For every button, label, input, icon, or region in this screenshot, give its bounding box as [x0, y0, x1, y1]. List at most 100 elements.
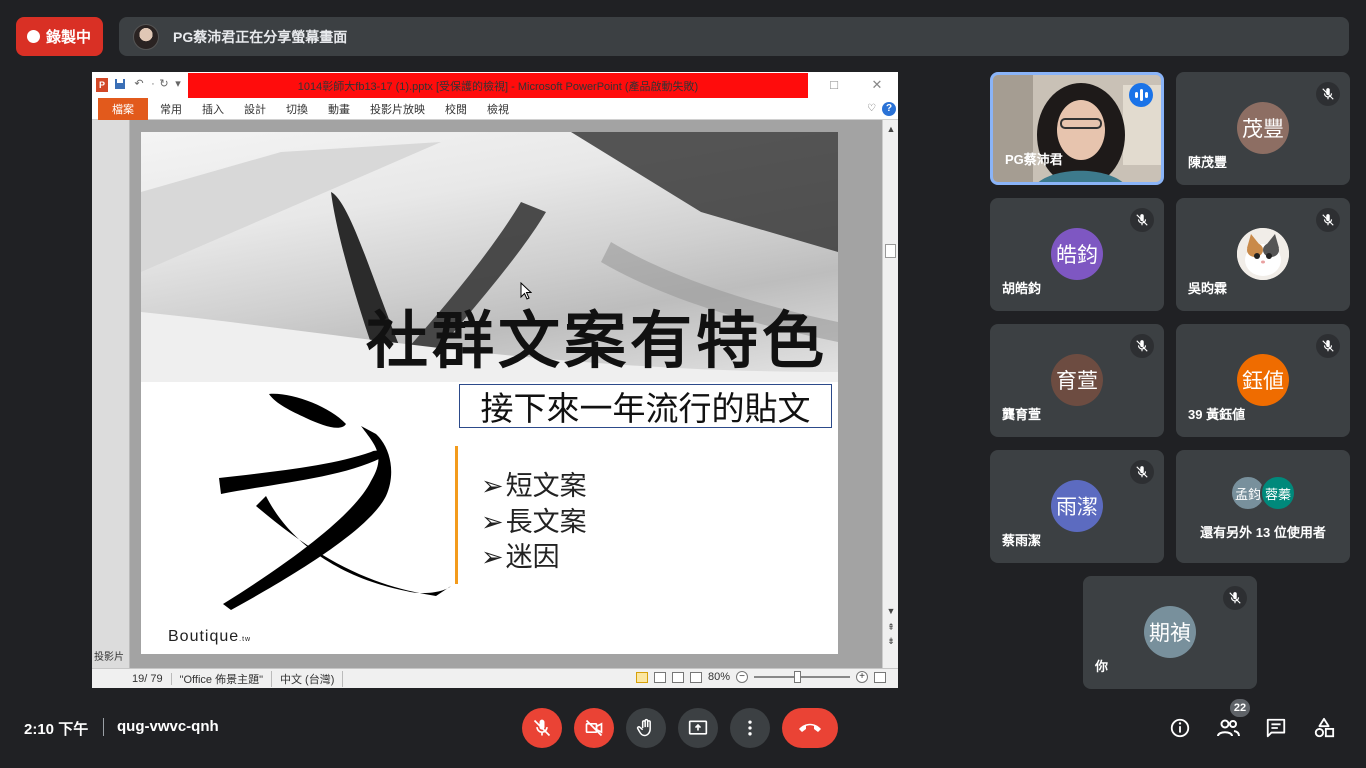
bullet-item: ➢長文案	[481, 507, 587, 538]
tab-home[interactable]: 常用	[160, 101, 182, 117]
tab-review[interactable]: 校閱	[445, 101, 467, 117]
boutique-logo: Boutique.tw	[168, 628, 252, 645]
tab-design[interactable]: 設計	[244, 101, 266, 117]
shared-screen: P ↶ · ↻ ▾ 1014彰師大fb13-17 (1).pptx [受保護的檢…	[92, 72, 898, 688]
participant-name: PG蔡沛君	[1005, 152, 1063, 167]
ribbon-collapse-icon[interactable]: ♡	[867, 103, 876, 114]
more-users-label: 還有另外 13 位使用者	[1200, 525, 1326, 540]
divider	[103, 718, 104, 736]
next-slide-icon[interactable]: ⇟	[883, 636, 898, 647]
speaking-indicator-icon	[1129, 83, 1153, 107]
participant-name: 胡皓鈞	[1002, 281, 1042, 296]
slide-pane-label: 投影片	[94, 652, 124, 663]
zoom-slider-thumb[interactable]	[794, 671, 801, 683]
avatar: 鈺値	[1237, 354, 1289, 406]
slide-title: 社群文案有特色	[365, 304, 828, 377]
slide-canvas: 社群文案有特色 接下來一年流行的貼文 ➢短文案 ➢長文案 ➢迷因 Boutiqu…	[141, 132, 838, 654]
chat-button[interactable]	[1264, 716, 1288, 740]
people-button[interactable]	[1216, 716, 1240, 740]
ppt-status-bar: 19/ 79 "Office 佈景主題" 中文 (台灣) 80% − +	[92, 668, 898, 688]
scroll-thumb[interactable]	[885, 244, 896, 258]
mic-off-icon	[1316, 334, 1340, 358]
present-icon	[688, 720, 708, 735]
slide-subtitle-box: 接下來一年流行的貼文	[459, 384, 832, 428]
zoom-in-icon[interactable]: +	[856, 671, 868, 683]
participant-tile-presenter[interactable]: PG蔡沛君	[990, 72, 1164, 185]
hand-icon	[636, 718, 651, 737]
scroll-up-icon[interactable]: ▲	[883, 124, 898, 134]
activities-button[interactable]	[1312, 716, 1336, 740]
normal-view-icon[interactable]	[635, 671, 648, 683]
mic-off-icon	[533, 719, 551, 737]
language-indicator[interactable]: 中文 (台灣)	[272, 670, 344, 687]
zoom-out-icon[interactable]: −	[736, 671, 748, 683]
camera-toggle-button[interactable]	[574, 708, 614, 748]
avatar: 皓鈞	[1051, 228, 1103, 280]
participant-tile[interactable]: 吳昀霖	[1176, 198, 1350, 311]
participant-tile[interactable]: 茂豐 陳茂豐	[1176, 72, 1350, 185]
record-dot-icon	[27, 30, 40, 43]
raise-hand-button[interactable]	[626, 708, 666, 748]
avatar: 蓉蓁	[1260, 475, 1296, 511]
tab-transitions[interactable]: 切換	[286, 101, 308, 117]
sharer-avatar	[133, 23, 159, 50]
bullet-item: ➢迷因	[481, 542, 560, 573]
scroll-down-icon[interactable]: ▼	[883, 606, 898, 616]
meeting-details-button[interactable]	[1168, 716, 1192, 740]
avatar: 雨潔	[1051, 480, 1103, 532]
mic-off-icon	[1316, 208, 1340, 232]
slideshow-view-icon[interactable]	[689, 671, 702, 683]
previous-slide-icon[interactable]: ⇞	[883, 622, 898, 633]
bullet-arrow-icon: ➢	[481, 542, 504, 573]
undo-icon[interactable]: ↶	[133, 78, 145, 90]
participant-tile[interactable]: 育萱 龔育萱	[990, 324, 1164, 437]
participant-tile[interactable]: 皓鈞 胡皓鈞	[990, 198, 1164, 311]
save-icon[interactable]	[114, 78, 126, 90]
meeting-code: qug-vwvc-qnh	[117, 718, 219, 735]
slide-sorter-icon[interactable]	[653, 671, 666, 683]
slide-thumbnail-pane[interactable]	[92, 120, 130, 668]
wen-calligraphy-glyph	[219, 393, 451, 610]
maximize-icon[interactable]: □	[824, 76, 844, 94]
more-participants-tile[interactable]: 孟鈞 蓉蓁 還有另外 13 位使用者	[1176, 450, 1350, 563]
activities-icon	[1314, 717, 1335, 738]
participant-name: 你	[1095, 659, 1109, 674]
bullet-arrow-icon: ➢	[481, 507, 504, 538]
mic-off-icon	[1130, 334, 1154, 358]
participant-tile-you[interactable]: 期禎 你	[1083, 576, 1257, 689]
ppt-ribbon-tabs: 檔案 常用 插入 設計 切換 動畫 投影片放映 校閱 檢視	[92, 97, 898, 120]
mic-toggle-button[interactable]	[522, 708, 562, 748]
meeting-time: 2:10 下午	[24, 721, 89, 738]
customize-toolbar-icon[interactable]: ▾	[172, 78, 184, 90]
tab-file[interactable]: 檔案	[98, 97, 148, 120]
reading-view-icon[interactable]	[671, 671, 684, 683]
tab-animations[interactable]: 動畫	[328, 101, 350, 117]
vertical-scrollbar[interactable]: ▲ ▼ ⇞ ⇟	[882, 120, 898, 668]
participant-tile[interactable]: 鈺値 39 黃鈺値	[1176, 324, 1350, 437]
tab-slideshow[interactable]: 投影片放映	[370, 101, 425, 117]
mic-off-icon	[1130, 208, 1154, 232]
close-icon[interactable]: ✕	[867, 76, 887, 94]
tab-view[interactable]: 檢視	[487, 101, 509, 117]
bullet-item: ➢短文案	[481, 471, 587, 502]
chat-icon	[1266, 718, 1286, 738]
powerpoint-logo-icon: P	[96, 78, 108, 92]
info-icon	[1170, 718, 1190, 738]
redo-icon[interactable]: ↻	[158, 78, 170, 90]
tab-insert[interactable]: 插入	[202, 101, 224, 117]
more-options-button[interactable]	[730, 708, 770, 748]
fit-to-window-icon[interactable]	[874, 671, 886, 683]
accent-bar	[455, 446, 458, 584]
mic-off-icon	[1130, 460, 1154, 484]
zoom-level[interactable]: 80%	[708, 671, 730, 683]
present-screen-button[interactable]	[678, 708, 718, 748]
end-call-button[interactable]	[782, 708, 838, 748]
mic-off-icon	[1223, 586, 1247, 610]
help-icon[interactable]: ?	[882, 102, 896, 116]
zoom-slider[interactable]	[754, 671, 850, 683]
recording-indicator[interactable]: 錄製中	[16, 17, 103, 56]
participant-name: 蔡雨潔	[1002, 533, 1042, 548]
participant-tile[interactable]: 雨潔 蔡雨潔	[990, 450, 1164, 563]
slide-counter: 19/ 79	[124, 672, 172, 685]
people-icon	[1217, 719, 1240, 737]
